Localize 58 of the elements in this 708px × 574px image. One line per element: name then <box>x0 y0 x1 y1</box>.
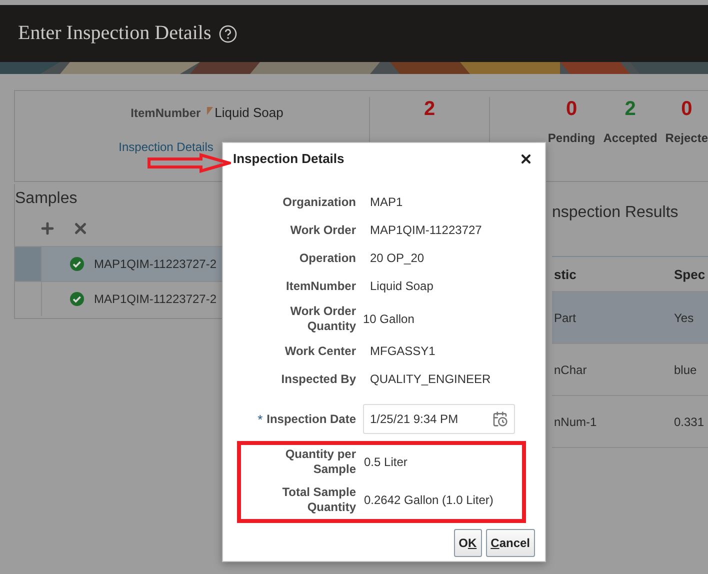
field-value: MAP1 <box>370 195 404 209</box>
table-cell-text: blue <box>674 362 698 376</box>
close-button[interactable] <box>519 152 533 166</box>
column-header: Spec <box>674 266 706 282</box>
sample-name: MAP1QIM-11223727-2 <box>94 257 217 271</box>
table-cell-text: Yes <box>674 310 695 324</box>
column-header: stic <box>553 266 578 282</box>
flag-icon <box>206 107 213 115</box>
stat-label: Pending <box>548 131 596 145</box>
table-cell-text: 0.331 <box>674 414 706 428</box>
field-label: Total Sample Quantity <box>281 485 356 515</box>
result-row[interactable]: nChar blue <box>552 344 708 396</box>
field-value: 10 Gallon <box>363 312 416 326</box>
field-label: Inspection Date <box>266 412 356 426</box>
field-value: QUALITY_ENGINEER <box>370 372 492 386</box>
sample-name: MAP1QIM-11223727-2 <box>94 292 217 306</box>
table-cell-text: nChar <box>553 362 588 376</box>
help-icon[interactable] <box>219 24 238 42</box>
field-value: 0.2642 Gallon (1.0 Liter) <box>364 493 494 507</box>
field-label: Quantity per Sample <box>284 447 356 477</box>
stat-value: 0 <box>681 97 692 121</box>
field-value: Liquid Soap <box>214 105 284 120</box>
result-row[interactable]: nNum-1 0.331 <box>552 396 708 448</box>
page-title: Enter Inspection Details <box>18 22 212 45</box>
field-label: Work Order Quantity <box>289 304 356 334</box>
field-value: 0.5 Liter <box>364 455 408 469</box>
panel-title: Samples <box>15 190 78 208</box>
result-row[interactable]: Part Yes <box>552 292 708 344</box>
stat-label: Rejecte <box>665 131 708 145</box>
stat-value: 0 <box>566 97 578 121</box>
date-field[interactable]: 1/25/21 9:34 PM <box>363 404 515 434</box>
field-label: ItemNumber <box>130 106 201 120</box>
table-cell-text: nNum-1 <box>553 414 598 428</box>
dialog-button[interactable]: Cancel <box>486 529 535 557</box>
required-mark: * <box>258 412 263 426</box>
field-value: MFGASSY1 <box>370 344 436 358</box>
delete-icon[interactable] <box>72 220 89 237</box>
field-label: Work Center <box>284 344 356 358</box>
dialog-button[interactable]: OK <box>454 529 482 557</box>
add-icon[interactable] <box>39 220 56 237</box>
dialog-title: Inspection Details <box>233 151 344 166</box>
field-label: Inspected By <box>281 372 356 386</box>
field-value: MAP1QIM-11223727 <box>370 223 483 237</box>
stat-value: 2 <box>624 97 636 121</box>
field-label: ItemNumber <box>286 278 356 294</box>
table-cell-text: Part <box>553 310 578 324</box>
field-label: Work Order <box>290 222 356 238</box>
field-value: 20 OP_20 <box>370 251 426 265</box>
field-label: Organization <box>282 194 356 210</box>
samples-count: 2 <box>424 97 436 121</box>
check-icon <box>70 292 84 306</box>
stat-label: Accepted <box>603 131 658 145</box>
check-icon <box>70 257 84 271</box>
field-label: Operation <box>299 250 356 266</box>
panel-title: nspection Results <box>552 204 680 222</box>
calendar-icon[interactable] <box>492 411 508 427</box>
inspection-details-link[interactable]: Inspection Details <box>118 140 214 154</box>
field-value: Liquid Soap <box>370 279 434 293</box>
